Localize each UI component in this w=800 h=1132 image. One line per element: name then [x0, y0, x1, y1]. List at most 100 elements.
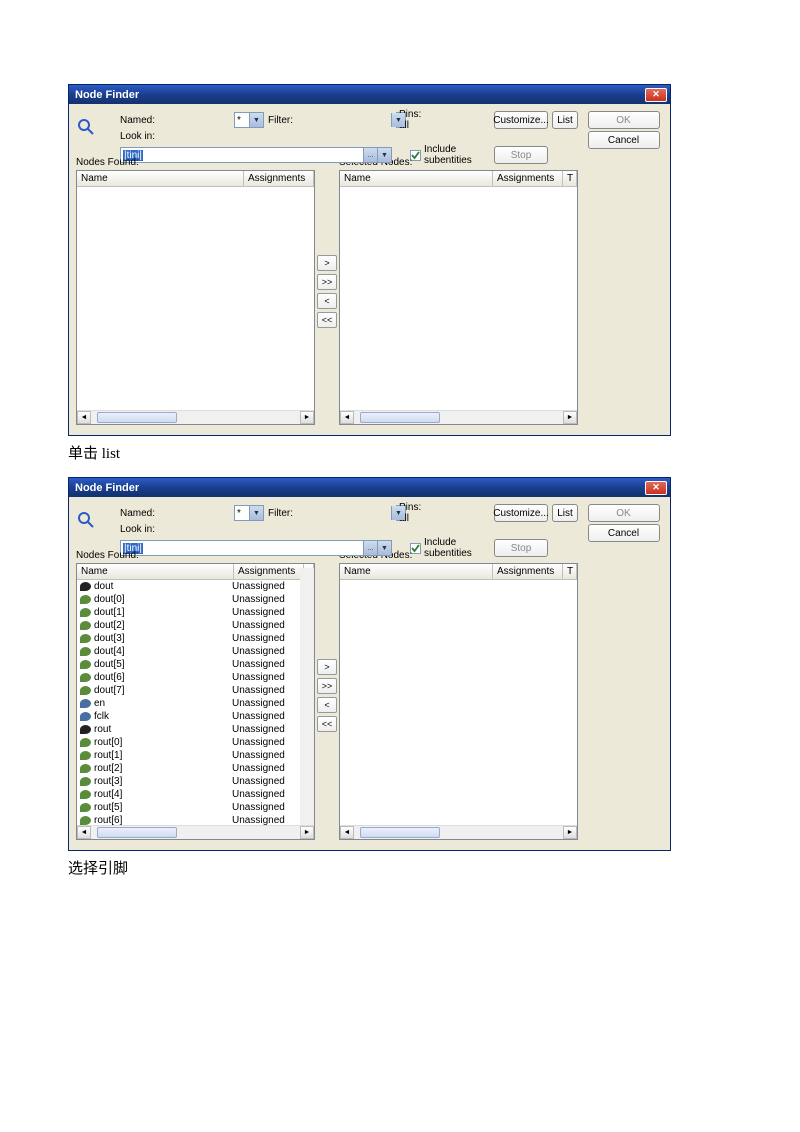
- named-input[interactable]: * ▼: [234, 112, 264, 128]
- list-button[interactable]: List: [552, 111, 578, 129]
- named-input[interactable]: * ▼: [234, 505, 264, 521]
- scroll-left-icon[interactable]: ◄: [340, 411, 354, 424]
- node-icon: [80, 790, 91, 799]
- selected-nodes-list[interactable]: Name Assignments T ◄ ►: [339, 170, 578, 425]
- scroll-thumb[interactable]: [360, 412, 440, 423]
- found-row[interactable]: dout[2] Unassigned: [77, 619, 314, 632]
- node-icon: [80, 595, 91, 604]
- found-row[interactable]: dout[4] Unassigned: [77, 645, 314, 658]
- titlebar[interactable]: Node Finder ✕: [69, 85, 670, 104]
- scroll-right-icon[interactable]: ►: [300, 411, 314, 424]
- caption-2: 选择引脚: [68, 857, 740, 878]
- found-row[interactable]: dout[1] Unassigned: [77, 606, 314, 619]
- col-name[interactable]: Name: [77, 564, 234, 579]
- browse-button[interactable]: ...: [363, 148, 377, 162]
- col-assign[interactable]: Assignments: [493, 171, 563, 186]
- magnifier-icon[interactable]: [76, 117, 96, 137]
- row-name: dout[1]: [94, 607, 229, 618]
- titlebar[interactable]: Node Finder ✕: [69, 478, 670, 497]
- chevron-down-icon[interactable]: ▼: [377, 148, 391, 162]
- scroll-left-icon[interactable]: ◄: [340, 826, 354, 839]
- chevron-down-icon[interactable]: ▼: [391, 113, 405, 127]
- move-btn-0[interactable]: >: [317, 659, 337, 675]
- col-t[interactable]: T: [563, 171, 577, 186]
- chevron-down-icon[interactable]: ▼: [377, 541, 391, 555]
- col-assign[interactable]: Assignments: [493, 564, 563, 579]
- selected-nodes-list[interactable]: Name Assignments T ◄ ►: [339, 563, 578, 840]
- filter-select[interactable]: Pins: all ▼: [396, 112, 406, 128]
- customize-button[interactable]: Customize...: [494, 504, 548, 522]
- nodes-found-list[interactable]: Name Assignments ▲ dout Unassigned dout[…: [76, 563, 315, 840]
- scroll-right-icon[interactable]: ►: [300, 826, 314, 839]
- cancel-button[interactable]: Cancel: [588, 524, 660, 542]
- nodes-found-list[interactable]: Name Assignments ◄ ►: [76, 170, 315, 425]
- scroll-thumb[interactable]: [97, 412, 177, 423]
- found-row[interactable]: rout Unassigned: [77, 723, 314, 736]
- found-row[interactable]: rout[4] Unassigned: [77, 788, 314, 801]
- hscrollbar[interactable]: ◄ ►: [77, 410, 314, 424]
- found-row[interactable]: rout[1] Unassigned: [77, 749, 314, 762]
- found-row[interactable]: fclk Unassigned: [77, 710, 314, 723]
- node-icon: [80, 725, 91, 734]
- chevron-down-icon[interactable]: ▼: [391, 506, 405, 520]
- move-btn-1[interactable]: >>: [317, 678, 337, 694]
- move-btn-3[interactable]: <<: [317, 716, 337, 732]
- found-row[interactable]: dout[6] Unassigned: [77, 671, 314, 684]
- col-t[interactable]: T: [563, 564, 577, 579]
- node-icon: [80, 608, 91, 617]
- node-icon: [80, 777, 91, 786]
- row-name: rout[6]: [94, 815, 229, 825]
- col-name[interactable]: Name: [77, 171, 244, 186]
- found-row[interactable]: rout[5] Unassigned: [77, 801, 314, 814]
- col-name[interactable]: Name: [340, 171, 493, 186]
- close-icon[interactable]: ✕: [645, 88, 667, 102]
- col-name[interactable]: Name: [340, 564, 493, 579]
- found-row[interactable]: dout[7] Unassigned: [77, 684, 314, 697]
- hscrollbar[interactable]: ◄ ►: [340, 825, 577, 839]
- found-row[interactable]: dout Unassigned: [77, 580, 314, 593]
- row-name: rout[2]: [94, 763, 229, 774]
- row-name: rout[0]: [94, 737, 229, 748]
- found-row[interactable]: dout[5] Unassigned: [77, 658, 314, 671]
- row-name: dout[3]: [94, 633, 229, 644]
- row-name: dout[7]: [94, 685, 229, 696]
- found-row[interactable]: rout[3] Unassigned: [77, 775, 314, 788]
- cancel-button[interactable]: Cancel: [588, 131, 660, 149]
- customize-button[interactable]: Customize...: [494, 111, 548, 129]
- scroll-left-icon[interactable]: ◄: [77, 411, 91, 424]
- row-name: rout[4]: [94, 789, 229, 800]
- found-row[interactable]: rout[0] Unassigned: [77, 736, 314, 749]
- found-row[interactable]: en Unassigned: [77, 697, 314, 710]
- filter-select[interactable]: Pins: all ▼: [396, 505, 406, 521]
- browse-button[interactable]: ...: [363, 541, 377, 555]
- move-btn-2[interactable]: <: [317, 293, 337, 309]
- vscrollbar[interactable]: [300, 568, 314, 825]
- col-assign[interactable]: Assignments: [244, 171, 314, 186]
- scroll-right-icon[interactable]: ►: [563, 826, 577, 839]
- scroll-thumb[interactable]: [97, 827, 177, 838]
- move-btn-0[interactable]: >: [317, 255, 337, 271]
- found-row[interactable]: rout[6] Unassigned: [77, 814, 314, 825]
- magnifier-icon[interactable]: [76, 510, 96, 530]
- move-btn-3[interactable]: <<: [317, 312, 337, 328]
- move-btn-1[interactable]: >>: [317, 274, 337, 290]
- scroll-left-icon[interactable]: ◄: [77, 826, 91, 839]
- chevron-down-icon[interactable]: ▼: [249, 506, 263, 520]
- move-btn-2[interactable]: <: [317, 697, 337, 713]
- row-name: dout[2]: [94, 620, 229, 631]
- list-button[interactable]: List: [552, 504, 578, 522]
- scroll-right-icon[interactable]: ►: [563, 411, 577, 424]
- row-name: dout[6]: [94, 672, 229, 683]
- found-row[interactable]: dout[3] Unassigned: [77, 632, 314, 645]
- col-assign[interactable]: Assignments: [234, 564, 304, 579]
- chevron-down-icon[interactable]: ▼: [249, 113, 263, 127]
- hscrollbar[interactable]: ◄ ►: [77, 825, 314, 839]
- scroll-thumb[interactable]: [360, 827, 440, 838]
- found-row[interactable]: rout[2] Unassigned: [77, 762, 314, 775]
- found-row[interactable]: dout[0] Unassigned: [77, 593, 314, 606]
- row-name: rout[3]: [94, 776, 229, 787]
- close-icon[interactable]: ✕: [645, 481, 667, 495]
- node-icon: [80, 764, 91, 773]
- hscrollbar[interactable]: ◄ ►: [340, 410, 577, 424]
- node-finder-dialog: Node Finder ✕ Named: * ▼ Filter: Pins: a…: [68, 477, 671, 851]
